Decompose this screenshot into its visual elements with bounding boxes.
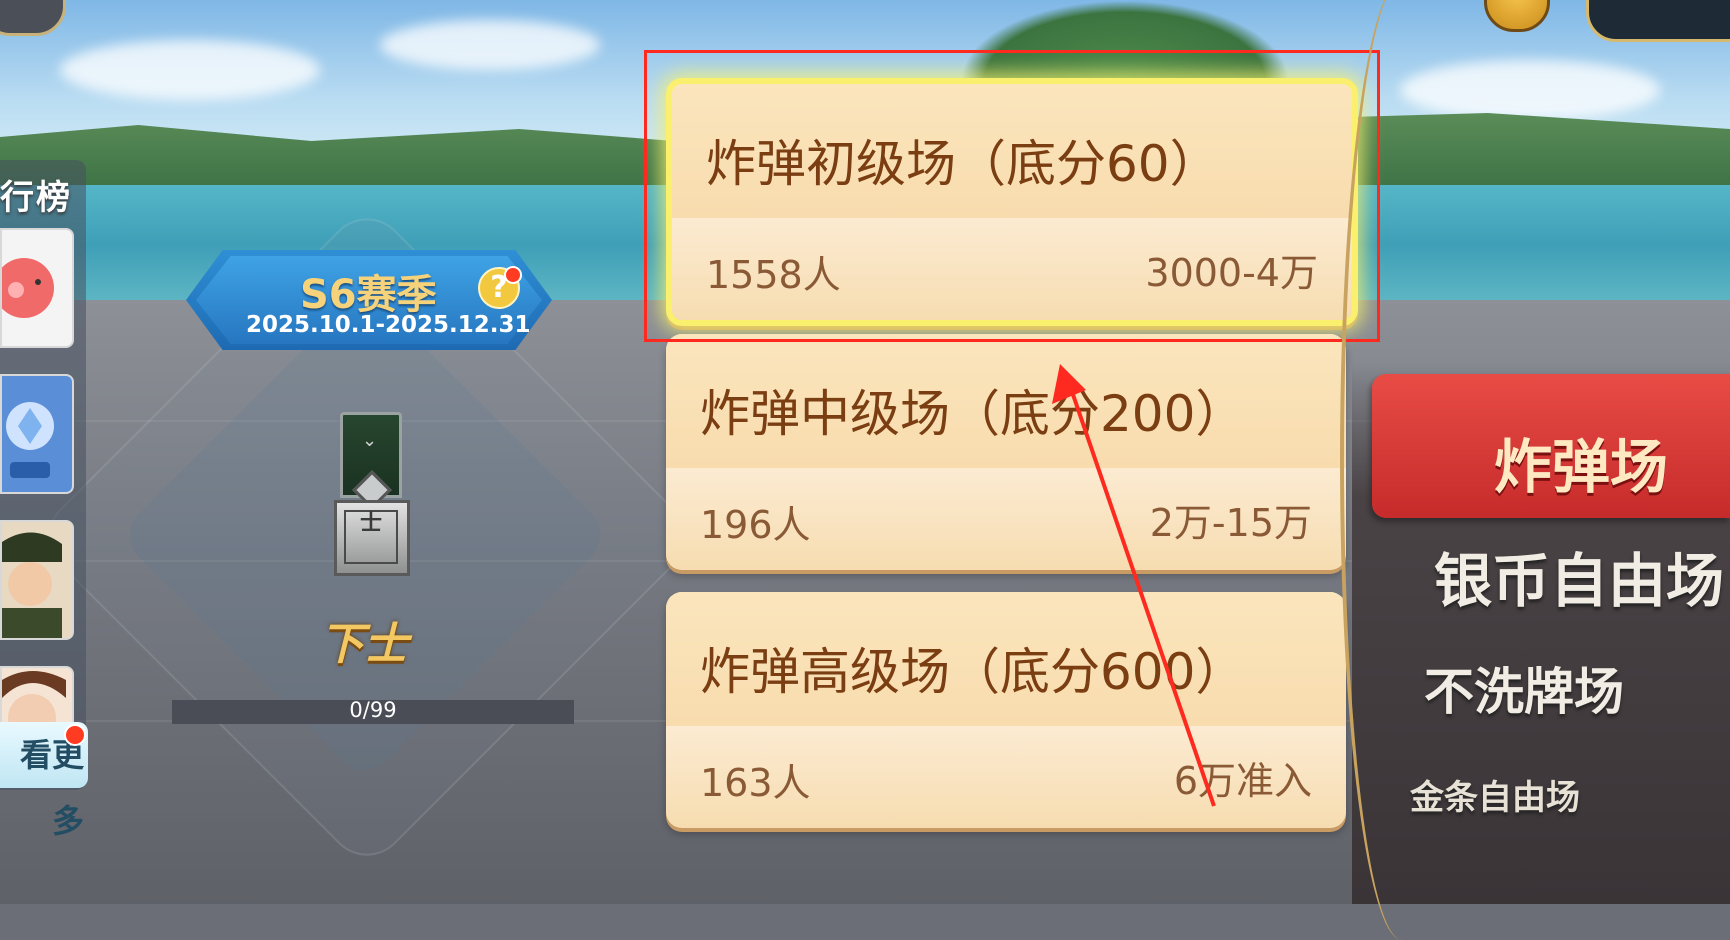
menu-item-gold-free[interactable]: 金条自由场 <box>1410 770 1580 819</box>
menu-active-label: 炸弹场 <box>1494 433 1669 501</box>
top-right-pill <box>1586 0 1730 42</box>
menu-item-no-shuffle[interactable]: 不洗牌场 <box>1424 652 1624 724</box>
menu-item-silver-free[interactable]: 银币自由场 <box>1434 534 1724 618</box>
